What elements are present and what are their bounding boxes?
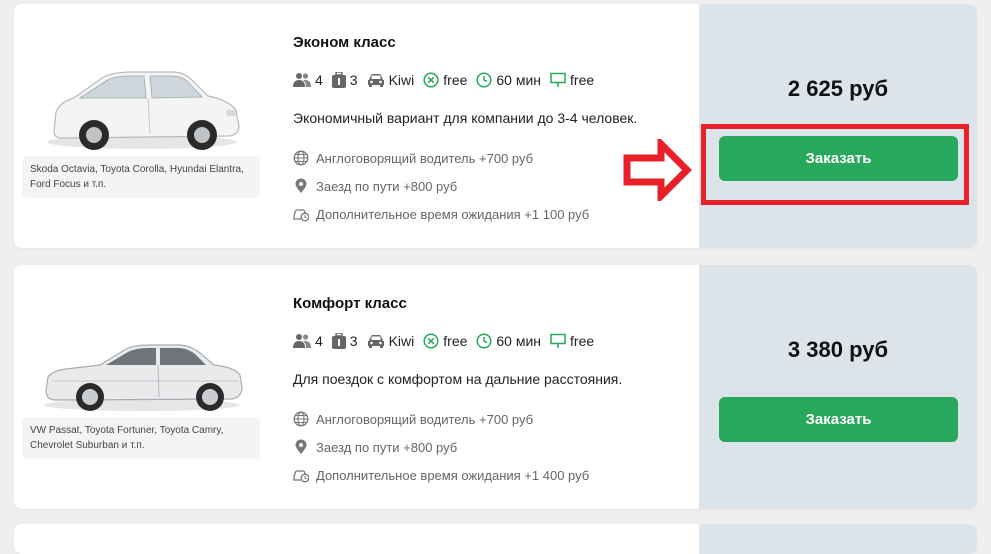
order-button[interactable]: Заказать [719, 397, 958, 442]
globe-icon [293, 150, 309, 166]
wait-time-spec: 60 мин [476, 333, 541, 349]
extra-waiting-time: Дополнительное время ожидания +1 400 руб [293, 461, 589, 489]
cancel-circle-icon [423, 72, 439, 88]
free-cancel-spec: free [423, 72, 467, 88]
offer-title: Комфорт класс [293, 295, 407, 312]
car-type-spec: Kiwi [367, 72, 415, 88]
waiting-time-icon [293, 470, 309, 483]
wait-time-label: 60 мин [496, 333, 542, 349]
luggage-spec: 3 [331, 72, 358, 88]
extra-label: Заезд по пути +800 руб [316, 439, 458, 455]
globe-icon [293, 411, 309, 427]
highlight-box-annotation [701, 124, 969, 205]
luggage-icon [331, 72, 346, 88]
car-type-label: Kiwi [388, 72, 415, 88]
offer-description: Экономичный вариант для компании до 3-4 … [293, 110, 638, 126]
luggage-spec: 3 [331, 333, 358, 349]
luggage-icon [331, 333, 346, 349]
clock-icon [476, 72, 492, 88]
car-icon [367, 74, 384, 87]
offer-title: Эконом класс [293, 34, 396, 51]
cancel-circle-icon [423, 333, 439, 349]
location-pin-icon [295, 178, 307, 193]
extra-waiting-time: Дополнительное время ожидания +1 100 руб [293, 200, 589, 228]
offer-extras: Англоговорящий водитель +700 руб Заезд п… [293, 405, 589, 489]
extra-label: Дополнительное время ожидания +1 100 руб [316, 206, 590, 222]
red-arrow-annotation [623, 139, 692, 201]
offer-price: 2 625 руб [787, 76, 889, 101]
offer-specs: 4 3 Kiwi free 60 мин free [293, 333, 594, 349]
extra-stop-on-way: Заезд по пути +800 руб [293, 172, 589, 200]
offer-specs: 4 3 Kiwi free 60 мин free [293, 72, 594, 88]
wait-time-spec: 60 мин [476, 72, 541, 88]
hatchback-car-image [47, 71, 240, 150]
extra-label: Дополнительное время ожидания +1 400 руб [316, 467, 590, 483]
luggage-count: 3 [349, 72, 358, 88]
free-cancel-spec: free [423, 333, 467, 349]
sign-board-icon [550, 333, 566, 348]
extra-label: Англоговорящий водитель +700 руб [316, 150, 534, 166]
offer-price: 3 380 руб [787, 337, 889, 362]
sign-board-icon [550, 72, 566, 87]
car-type-label: Kiwi [388, 333, 415, 349]
extra-english-driver: Англоговорящий водитель +700 руб [293, 405, 589, 433]
price-panel: 3 380 руб Заказать [699, 265, 977, 509]
car-icon [367, 335, 384, 348]
offer-card-comfort: VW Passat, Toyota Fortuner, Toyota Camry… [14, 265, 977, 509]
name-sign-label: free [570, 72, 595, 88]
passengers-count: 4 [315, 333, 323, 349]
passengers-icon [293, 73, 311, 87]
passengers-count: 4 [315, 72, 323, 88]
waiting-time-icon [293, 209, 309, 222]
extra-label: Англоговорящий водитель +700 руб [316, 411, 534, 427]
name-sign-spec: free [550, 333, 594, 349]
offer-extras: Англоговорящий водитель +700 руб Заезд п… [293, 144, 589, 228]
name-sign-label: free [570, 333, 595, 349]
luggage-count: 3 [349, 333, 358, 349]
extra-english-driver: Англоговорящий водитель +700 руб [293, 144, 589, 172]
car-models-list: VW Passat, Toyota Fortuner, Toyota Camry… [22, 417, 260, 459]
wait-time-label: 60 мин [496, 72, 542, 88]
location-pin-icon [295, 439, 307, 454]
car-type-spec: Kiwi [367, 333, 415, 349]
passengers-spec: 4 [293, 333, 323, 349]
free-cancel-label: free [443, 333, 468, 349]
extra-label: Заезд по пути +800 руб [316, 178, 458, 194]
offer-description: Для поездок с комфортом на дальние расст… [293, 371, 623, 387]
sedan-car-image [44, 344, 243, 411]
car-models-list: Skoda Octavia, Toyota Corolla, Hyundai E… [22, 156, 260, 198]
passengers-spec: 4 [293, 72, 323, 88]
name-sign-spec: free [550, 72, 594, 88]
extra-stop-on-way: Заезд по пути +800 руб [293, 433, 589, 461]
clock-icon [476, 333, 492, 349]
free-cancel-label: free [443, 72, 468, 88]
passengers-icon [293, 334, 311, 348]
